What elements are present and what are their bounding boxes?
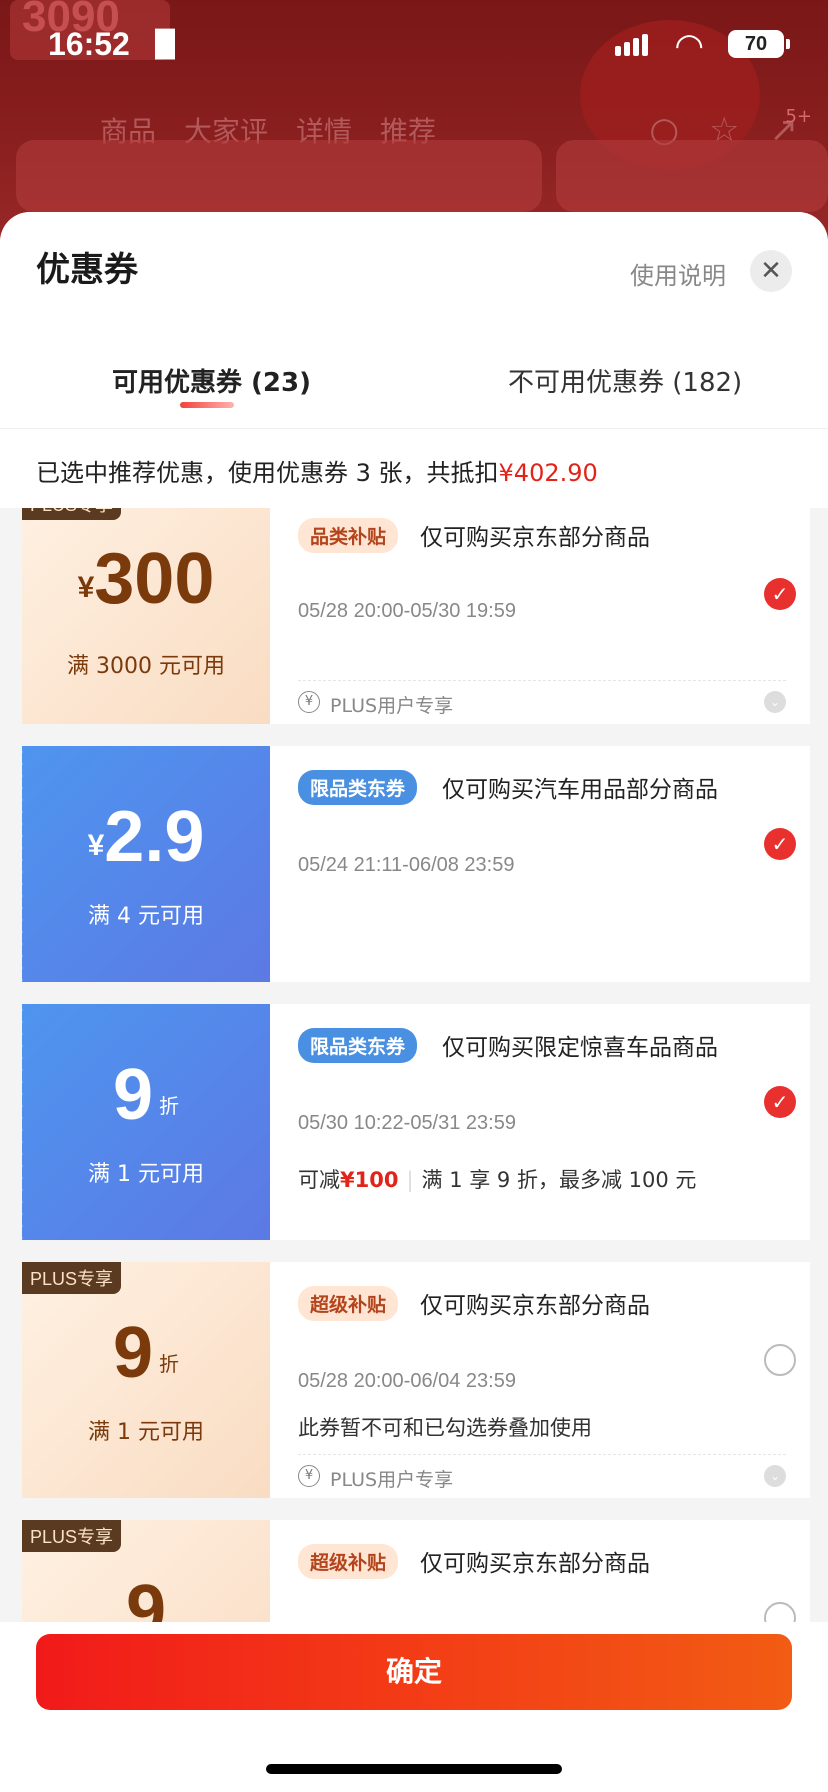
coupon-detail: 品类补贴 仅可购买京东部分商品 05/28 20:00-05/30 19:59 … bbox=[270, 508, 810, 724]
coupon-validity: 05/28 20:00-05/30 19:59 bbox=[298, 600, 516, 622]
currency-symbol: ¥ bbox=[77, 571, 95, 604]
discount-prefix: 可减 bbox=[298, 1168, 340, 1192]
coupon-sheet: 优惠券 使用说明 ✕ 可用优惠券 (23) 不可用优惠券 (182) 已选中推荐… bbox=[0, 212, 828, 1792]
amount-value: 9 bbox=[112, 1055, 154, 1135]
coupon-title: 仅可购买京东部分商品 bbox=[420, 525, 650, 551]
coupon-validity: 05/30 10:22-05/31 23:59 bbox=[298, 1112, 516, 1134]
coupon-value-panel: PLUS专享 ¥300 满 3000 元可用 bbox=[22, 508, 270, 724]
wifi-icon: ◠ bbox=[674, 26, 704, 66]
divider: | bbox=[406, 1168, 414, 1192]
status-time: 16:52 bbox=[48, 26, 130, 62]
amount-unit: 折 bbox=[159, 1096, 180, 1118]
coupon-type-badge: 限品类东券 bbox=[298, 770, 418, 805]
discount-rule: 满 1 享 9 折，最多减 100 元 bbox=[421, 1168, 697, 1192]
coupon-amount: 9折 bbox=[22, 1054, 270, 1136]
coupon-stacking-note: 此券暂不可和已勾选券叠加使用 bbox=[298, 1416, 592, 1440]
summary-amount: ¥402.90 bbox=[498, 459, 598, 487]
expand-chevron-icon[interactable]: ⌄ bbox=[764, 1465, 786, 1487]
amount-value: 2.9 bbox=[104, 797, 205, 877]
coupon-title: 仅可购买京东部分商品 bbox=[420, 1293, 650, 1319]
discount-amount: ¥100 bbox=[340, 1168, 399, 1192]
coupon-value-panel: PLUS专享 9折 满 1 元可用 bbox=[22, 1262, 270, 1498]
coupon-condition: 满 3000 元可用 bbox=[67, 654, 225, 679]
currency-symbol: ¥ bbox=[87, 829, 105, 862]
coupon-checkbox-checked[interactable]: ✓ bbox=[764, 828, 796, 860]
sheet-title: 优惠券 bbox=[36, 250, 138, 290]
plus-exclusive-tag: PLUS专享 bbox=[22, 508, 122, 520]
coupon-value-panel: PLUS专享 9 bbox=[22, 1520, 270, 1622]
summary-text: 已选中推荐优惠，使用优惠券 3 张，共抵扣¥402.90 bbox=[36, 453, 598, 488]
coupon-list[interactable]: PLUS专享 ¥300 满 3000 元可用 品类补贴 仅可购买京东部分商品 0… bbox=[0, 508, 828, 1622]
amount-value: 9 bbox=[112, 1313, 154, 1393]
footer-text: PLUS用户专享 bbox=[330, 695, 454, 717]
tab-available[interactable]: 可用优惠券 (23) bbox=[112, 362, 311, 399]
tab-unavailable[interactable]: 不可用优惠券 (182) bbox=[508, 362, 742, 399]
summary-prefix: 已选中推荐优惠，使用优惠券 3 张，共抵扣 bbox=[36, 459, 499, 487]
coupon-detail: 限品类东券 仅可购买限定惊喜车品商品 05/30 10:22-05/31 23:… bbox=[270, 1004, 810, 1240]
coupon-value-panel: 9折 满 1 元可用 bbox=[22, 1004, 270, 1240]
yen-icon: ¥ bbox=[298, 1465, 320, 1487]
close-icon: ✕ bbox=[760, 256, 782, 286]
bg-card bbox=[556, 140, 828, 212]
expand-chevron-icon[interactable]: ⌄ bbox=[764, 691, 786, 713]
coupon-card[interactable]: ¥2.9 满 4 元可用 限品类东券 仅可购买汽车用品部分商品 05/24 21… bbox=[22, 746, 810, 982]
confirm-button[interactable]: 确定 bbox=[36, 1634, 792, 1710]
coupon-card[interactable]: PLUS专享 9 超级补贴 仅可购买京东部分商品 bbox=[22, 1520, 810, 1622]
yen-icon: ¥ bbox=[298, 691, 320, 713]
selection-summary: 已选中推荐优惠，使用优惠券 3 张，共抵扣¥402.90 bbox=[0, 428, 828, 508]
status-bar: 16:52 ▐▌ ◠ 70 bbox=[0, 0, 828, 90]
signal-icon bbox=[615, 34, 648, 56]
coupon-detail: 超级补贴 仅可购买京东部分商品 05/28 20:00-06/04 23:59 … bbox=[270, 1262, 810, 1498]
coupon-card[interactable]: 9折 满 1 元可用 限品类东券 仅可购买限定惊喜车品商品 05/30 10:2… bbox=[22, 1004, 810, 1240]
close-button[interactable]: ✕ bbox=[750, 250, 792, 292]
coupon-amount: ¥300 bbox=[22, 538, 270, 620]
coupon-footer[interactable]: ¥ PLUS用户专享 ⌄ bbox=[298, 680, 786, 724]
coupon-validity: 05/24 21:11-06/08 23:59 bbox=[298, 854, 515, 876]
active-tab-indicator bbox=[180, 402, 234, 408]
sheet-header: 优惠券 使用说明 ✕ 可用优惠券 (23) 不可用优惠券 (182) bbox=[0, 212, 828, 428]
coupon-discount-detail: 可减¥100 | 满 1 享 9 折，最多减 100 元 bbox=[298, 1164, 696, 1194]
coupon-amount: 9 bbox=[22, 1570, 270, 1622]
plus-exclusive-tag: PLUS专享 bbox=[22, 1262, 122, 1294]
coupon-title: 仅可购买汽车用品部分商品 bbox=[442, 777, 718, 803]
coupon-validity: 05/28 20:00-06/04 23:59 bbox=[298, 1370, 516, 1392]
coupon-checkbox-unchecked[interactable] bbox=[764, 1344, 796, 1376]
coupon-condition: 满 4 元可用 bbox=[88, 904, 204, 929]
plus-exclusive-tag: PLUS专享 bbox=[22, 1520, 122, 1552]
coupon-checkbox-checked[interactable]: ✓ bbox=[764, 1086, 796, 1118]
coupon-amount: ¥2.9 bbox=[22, 796, 270, 878]
coupon-condition: 满 1 元可用 bbox=[88, 1162, 204, 1187]
battery-icon: 70 bbox=[728, 30, 790, 58]
coupon-detail: 限品类东券 仅可购买汽车用品部分商品 05/24 21:11-06/08 23:… bbox=[270, 746, 810, 982]
coupon-title: 仅可购买限定惊喜车品商品 bbox=[442, 1035, 718, 1061]
footer-text: PLUS用户专享 bbox=[330, 1469, 454, 1491]
coupon-title: 仅可购买京东部分商品 bbox=[420, 1551, 650, 1577]
coupon-value-panel: ¥2.9 满 4 元可用 bbox=[22, 746, 270, 982]
coupon-type-badge: 品类补贴 bbox=[298, 518, 399, 553]
coupon-type-badge: 超级补贴 bbox=[298, 1544, 399, 1579]
bottom-action-bar: 确定 bbox=[0, 1622, 828, 1792]
home-indicator[interactable] bbox=[266, 1764, 562, 1774]
coupon-card[interactable]: PLUS专享 ¥300 满 3000 元可用 品类补贴 仅可购买京东部分商品 0… bbox=[22, 508, 810, 724]
coupon-detail: 超级补贴 仅可购买京东部分商品 bbox=[270, 1520, 810, 1622]
coupon-type-badge: 超级补贴 bbox=[298, 1286, 399, 1321]
coupon-type-badge: 限品类东券 bbox=[298, 1028, 418, 1063]
coupon-checkbox-checked[interactable]: ✓ bbox=[764, 578, 796, 610]
amount-value: 300 bbox=[94, 539, 215, 619]
amount-value: 9 bbox=[125, 1571, 167, 1622]
coupon-amount: 9折 bbox=[22, 1312, 270, 1394]
cart-count-badge: 5+ bbox=[785, 106, 812, 127]
coupon-condition: 满 1 元可用 bbox=[88, 1420, 204, 1445]
bg-card bbox=[16, 140, 542, 212]
coupon-footer[interactable]: ¥ PLUS用户专享 ⌄ bbox=[298, 1454, 786, 1498]
activity-icon: ▐▌ bbox=[145, 30, 185, 60]
coupon-checkbox-unchecked[interactable] bbox=[764, 1602, 796, 1622]
coupon-card[interactable]: PLUS专享 9折 满 1 元可用 超级补贴 仅可购买京东部分商品 05/28 … bbox=[22, 1262, 810, 1498]
usage-instructions-link[interactable]: 使用说明 bbox=[630, 256, 726, 291]
amount-unit: 折 bbox=[159, 1354, 180, 1376]
